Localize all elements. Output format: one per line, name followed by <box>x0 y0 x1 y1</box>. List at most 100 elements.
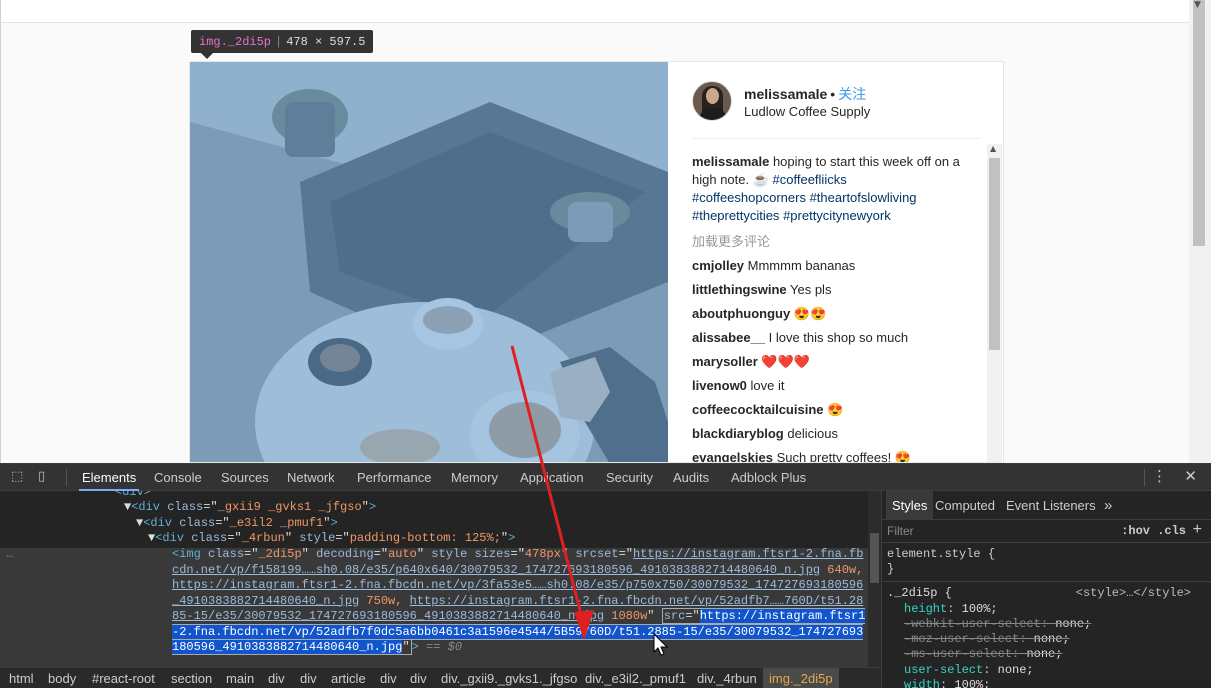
post-photo[interactable] <box>190 62 668 462</box>
devtools-toolbar: ⬚ ▯ Elements Console Sources Network Per… <box>0 464 1211 491</box>
hover-state-button[interactable]: :hov <box>1121 524 1150 538</box>
hashtag-link[interactable]: #theartofslowliving <box>810 190 917 205</box>
comment-username[interactable]: cmjolley <box>692 258 744 273</box>
tab-application[interactable]: Application <box>520 464 584 491</box>
more-options-icon[interactable]: ⋮ <box>1152 467 1167 485</box>
css-property-overridden[interactable]: -webkit-user-select: none; <box>904 617 1091 633</box>
tab-network[interactable]: Network <box>287 464 335 491</box>
breadcrumb-item-active[interactable]: img._2di5p <box>763 668 839 688</box>
scroll-up-arrow-icon[interactable]: ▲ <box>990 144 996 153</box>
breadcrumb-item[interactable]: div._e3il2._pmuf1 <box>585 668 686 688</box>
tab-elements[interactable]: Elements <box>78 464 140 491</box>
username-link[interactable]: melissamale <box>744 86 827 102</box>
node-ellipsis-icon[interactable]: … <box>6 547 13 563</box>
avatar-body <box>699 108 727 120</box>
css-property[interactable]: height: 100%; <box>904 602 998 618</box>
class-toggle-button[interactable]: .cls <box>1157 524 1186 538</box>
breadcrumb-item[interactable]: div._4rbun <box>697 668 757 688</box>
follow-button[interactable]: 关注 <box>838 86 866 102</box>
more-tabs-chevron-icon[interactable]: » <box>1104 491 1112 520</box>
breadcrumb-item[interactable]: section <box>171 668 212 688</box>
post-username-line: melissamale • 关注 <box>744 84 866 104</box>
rule-origin-link[interactable]: <style>…</style> <box>1076 586 1191 600</box>
dom-tag: div <box>138 500 161 514</box>
comments-scrollbar[interactable]: ▲ <box>987 144 1002 462</box>
new-rule-plus-icon[interactable]: + <box>1193 521 1202 539</box>
location-link[interactable]: Ludlow Coffee Supply <box>744 104 870 119</box>
avatar[interactable] <box>692 81 732 121</box>
comment-username[interactable]: alissabee__ <box>692 330 765 345</box>
comment-username[interactable]: marysoller <box>692 354 758 369</box>
comment-username[interactable]: coffeecocktailcuisine <box>692 402 824 417</box>
comment-text: 😍😍 <box>790 306 827 321</box>
comment-username[interactable]: livenow0 <box>692 378 747 393</box>
dom-node-line[interactable]: ▼<div class="_gxii9 _gvks1 _jfgso"> <box>124 500 376 516</box>
rule-divider <box>882 581 1211 582</box>
comments-scrollbar-thumb[interactable] <box>989 158 1000 350</box>
breadcrumb-item[interactable]: div <box>268 668 285 688</box>
css-property[interactable]: user-select: none; <box>904 663 1034 679</box>
breadcrumb-item[interactable]: article <box>331 668 366 688</box>
device-toolbar-icon[interactable]: ▯ <box>38 469 54 485</box>
elements-scrollbar-thumb[interactable] <box>870 533 879 583</box>
dom-attr-value: _2di5p <box>258 547 302 561</box>
comment-text: Yes pls <box>786 282 832 297</box>
breadcrumb-item[interactable]: div._gxii9._gvks1._jfgso <box>441 668 577 688</box>
css-property-overridden[interactable]: -moz-user-select: none; <box>904 632 1070 648</box>
styles-pane: Styles Computed Event Listeners » Filter… <box>881 491 1211 688</box>
tab-performance[interactable]: Performance <box>357 464 431 491</box>
tab-audits[interactable]: Audits <box>673 464 709 491</box>
hashtag-link[interactable]: #theprettycities <box>692 208 779 223</box>
element-style-selector[interactable]: element.style { <box>887 547 995 563</box>
tab-event-listeners[interactable]: Event Listeners <box>1006 491 1096 520</box>
css-property-overridden[interactable]: -ms-user-select: none; <box>904 647 1062 663</box>
comment-item: marysoller ❤️❤️❤️ <box>692 353 962 371</box>
tab-security[interactable]: Security <box>606 464 653 491</box>
hashtag-link[interactable]: #coffeefliicks <box>773 172 847 187</box>
breadcrumb-item[interactable]: div <box>410 668 427 688</box>
css-property[interactable]: width: 100%; <box>904 678 990 688</box>
post-sidebar: melissamale • 关注 Ludlow Coffee Supply meli… <box>669 62 1003 463</box>
hashtag-link[interactable]: #coffeeshopcorners <box>692 190 806 205</box>
page-viewport: img._2di5p | 478 × 597.5 melissamale • 关… <box>0 0 1211 463</box>
dom-tag: div <box>162 531 185 545</box>
comment-username[interactable]: aboutphuonguy <box>692 306 790 321</box>
tab-styles[interactable]: Styles <box>886 491 934 520</box>
tab-computed[interactable]: Computed <box>935 491 995 520</box>
inspect-element-icon[interactable]: ⬚ <box>11 469 27 485</box>
tab-console[interactable]: Console <box>154 464 202 491</box>
dom-attr-value: _e3il2 _pmuf1 <box>229 515 324 530</box>
tab-sources[interactable]: Sources <box>221 464 269 491</box>
tab-memory[interactable]: Memory <box>451 464 498 491</box>
dom-node-line[interactable]: ▼<div class="_4rbun" style="padding-bott… <box>148 531 515 547</box>
selected-img-node[interactable]: <img class="_2di5p" decoding="auto" styl… <box>172 547 866 656</box>
comment-text: ❤️❤️❤️ <box>757 354 810 369</box>
dom-node-line[interactable]: ▼<div class="_e3il2 _pmuf1"> <box>136 516 338 532</box>
page-scrollbar[interactable]: ▼ <box>1189 0 1211 463</box>
comment-text: Such pretty coffees! 😍 <box>772 450 912 463</box>
tooltip-tag: img._2di5p <box>199 34 272 49</box>
caption-username[interactable]: melissamale <box>692 154 769 169</box>
breadcrumb-item[interactable]: html <box>9 668 34 688</box>
dom-tag: <div> <box>115 491 152 499</box>
post-caption: melissamale hoping to start this week of… <box>692 153 962 225</box>
comment-username[interactable]: littlethingswine <box>692 282 787 297</box>
load-more-comments-button[interactable]: 加载更多评论 <box>692 233 962 251</box>
devtools-panel: ⬚ ▯ Elements Console Sources Network Per… <box>0 463 1211 688</box>
breadcrumb-item[interactable]: div <box>380 668 397 688</box>
breadcrumb-item[interactable]: main <box>226 668 254 688</box>
breadcrumb-item[interactable]: div <box>300 668 317 688</box>
breadcrumb-item[interactable]: body <box>48 668 76 688</box>
tab-adblock-plus[interactable]: Adblock Plus <box>731 464 806 491</box>
close-icon[interactable]: ✕ <box>1184 467 1197 485</box>
comment-username[interactable]: blackdiaryblog <box>692 426 784 441</box>
comment-username[interactable]: evangelskies <box>692 450 773 462</box>
comment-text: 😍 <box>823 402 844 417</box>
breadcrumb-item[interactable]: #react-root <box>92 668 155 688</box>
comment-text: Mmmmm bananas <box>744 258 856 273</box>
rule-selector[interactable]: ._2di5p { <box>887 586 952 602</box>
page-scrollbar-thumb[interactable] <box>1193 0 1205 246</box>
comment-item: coffeecocktailcuisine 😍 <box>692 401 962 419</box>
hashtag-link[interactable]: #prettycitynewyork <box>783 208 891 223</box>
elements-scrollbar[interactable] <box>868 491 881 667</box>
